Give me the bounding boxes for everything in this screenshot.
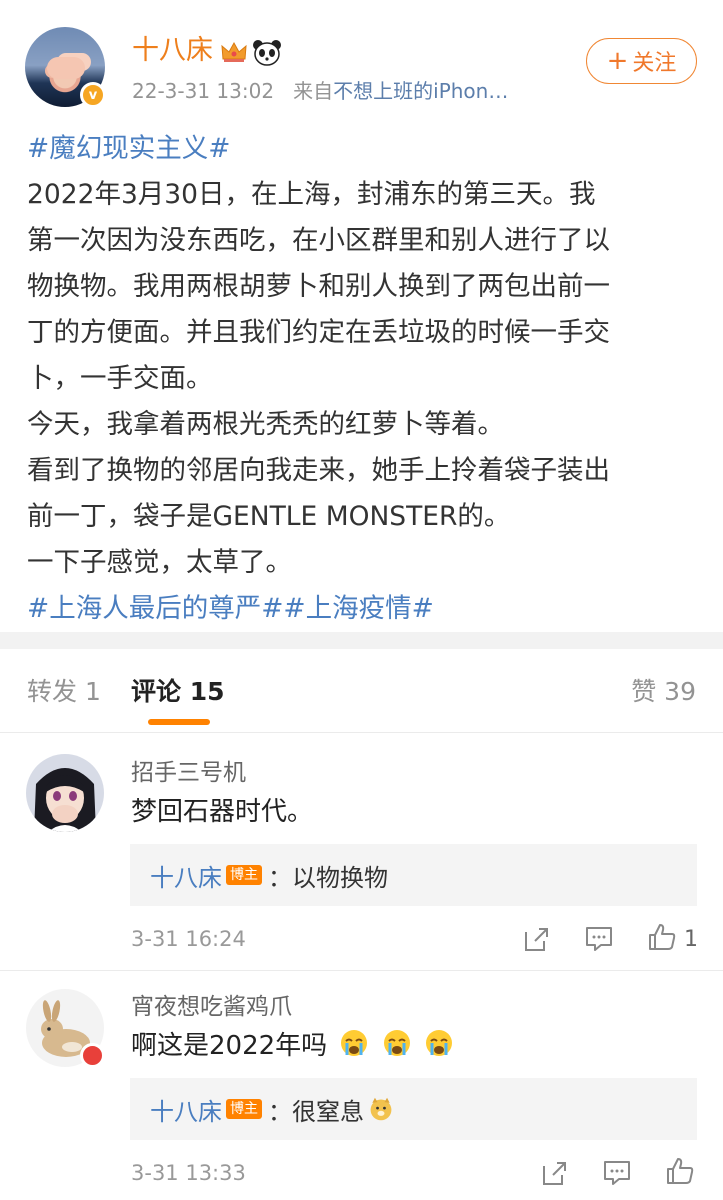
doge-emoji-icon — [370, 1097, 392, 1121]
share-icon[interactable] — [522, 924, 552, 954]
post-timestamp: 22-3-31 13:02 — [132, 79, 275, 103]
post-header: v 十八床 22-3-31 13:02 来自不想上班的iPhon… + 关注 — [0, 0, 723, 120]
interaction-tabs: 转发 1 评论 15 赞 39 — [0, 649, 723, 733]
post-source[interactable]: 不想上班的iPhon… — [333, 79, 508, 103]
author-reply[interactable]: 十八床 博主 ：很窒息 — [130, 1078, 697, 1140]
post-meta: 22-3-31 13:02 来自不想上班的iPhon… — [132, 78, 508, 104]
author-badge: 博主 — [226, 1099, 262, 1119]
source-prefix: 来自 — [293, 79, 334, 103]
active-tab-indicator — [148, 719, 210, 725]
comment-item: 宵夜想吃酱鸡爪 啊这是2022年吗 十八床 博主 ：很窒息 3-31 13:33 — [0, 970, 723, 1200]
comment-text-content: 啊这是2022年吗 — [131, 1031, 328, 1061]
vip-badge-icon — [80, 1043, 105, 1068]
tab-comments[interactable]: 评论 15 — [131, 677, 225, 707]
reply-author-name[interactable]: 十八床 — [150, 1092, 222, 1127]
crying-emoji-icon — [425, 1030, 452, 1056]
share-icon[interactable] — [540, 1158, 570, 1188]
tab-likes[interactable]: 赞 39 — [631, 677, 696, 707]
section-separator — [0, 632, 723, 649]
comment-time: 3-31 13:33 — [131, 1161, 246, 1185]
post-line: 第一次因为没东西吃，在小区群里和别人进行了以 — [27, 225, 610, 256]
post-line: 前一丁，袋子是GENTLE MONSTER的。 — [27, 501, 511, 532]
post-line: 2022年3月30日，在上海，封浦东的第三天。我 — [27, 179, 596, 210]
verified-badge-icon: v — [80, 82, 106, 108]
hashtag-link[interactable]: #上海人最后的尊严##上海疫情# — [27, 586, 707, 632]
crying-emoji-icon — [341, 1030, 368, 1056]
post-line: 看到了换物的邻居向我走来，她手上拎着袋子装出 — [27, 455, 610, 486]
hashtag-link[interactable]: #魔幻现实主义# — [27, 126, 707, 172]
crown-icon — [221, 41, 247, 62]
panda-icon — [253, 40, 281, 66]
comment-time: 3-31 16:24 — [131, 927, 246, 951]
post-body: #魔幻现实主义# 2022年3月30日，在上海，封浦东的第三天。我 第一次因为没… — [27, 126, 707, 632]
reply-author-name[interactable]: 十八床 — [150, 858, 222, 893]
post-line: 一下子感觉，太草了。 — [27, 547, 292, 578]
like-icon[interactable] — [665, 1156, 695, 1186]
post-line: 今天，我拿着两根光秃秃的红萝卜等着。 — [27, 409, 504, 440]
follow-label: 关注 — [632, 51, 677, 76]
tab-repost[interactable]: 转发 1 — [27, 677, 101, 707]
like-icon[interactable] — [647, 922, 677, 952]
comment-icon[interactable] — [584, 924, 614, 954]
reply-text: ：以物换物 — [268, 863, 388, 892]
comment-text: 啊这是2022年吗 — [131, 1028, 454, 1064]
author-badge: 博主 — [226, 865, 262, 885]
plus-icon: + — [606, 46, 629, 76]
follow-button[interactable]: + 关注 — [586, 38, 697, 84]
post-line: 丁的方便面。并且我们约定在丢垃圾的时候一手交 — [27, 317, 610, 348]
comment-icon[interactable] — [602, 1158, 632, 1188]
post-line: 物换物。我用两根胡萝卜和别人换到了两包出前一 — [27, 271, 610, 302]
commenter-name[interactable]: 宵夜想吃酱鸡爪 — [131, 992, 292, 1022]
crying-emoji-icon — [383, 1030, 410, 1056]
author-reply[interactable]: 十八床 博主 ：以物换物 — [130, 844, 697, 906]
commenter-name[interactable]: 招手三号机 — [131, 758, 246, 788]
comment-text: 梦回石器时代。 — [131, 797, 314, 827]
like-count: 1 — [684, 927, 698, 952]
commenter-avatar[interactable] — [26, 754, 104, 832]
post-line: 卜，一手交面。 — [27, 363, 213, 394]
reply-text: ：很窒息 — [268, 1097, 364, 1126]
author-username[interactable]: 十八床 — [132, 34, 213, 68]
comment-item: 招手三号机 梦回石器时代。 十八床 博主 ：以物换物 3-31 16:24 1 — [0, 734, 723, 970]
